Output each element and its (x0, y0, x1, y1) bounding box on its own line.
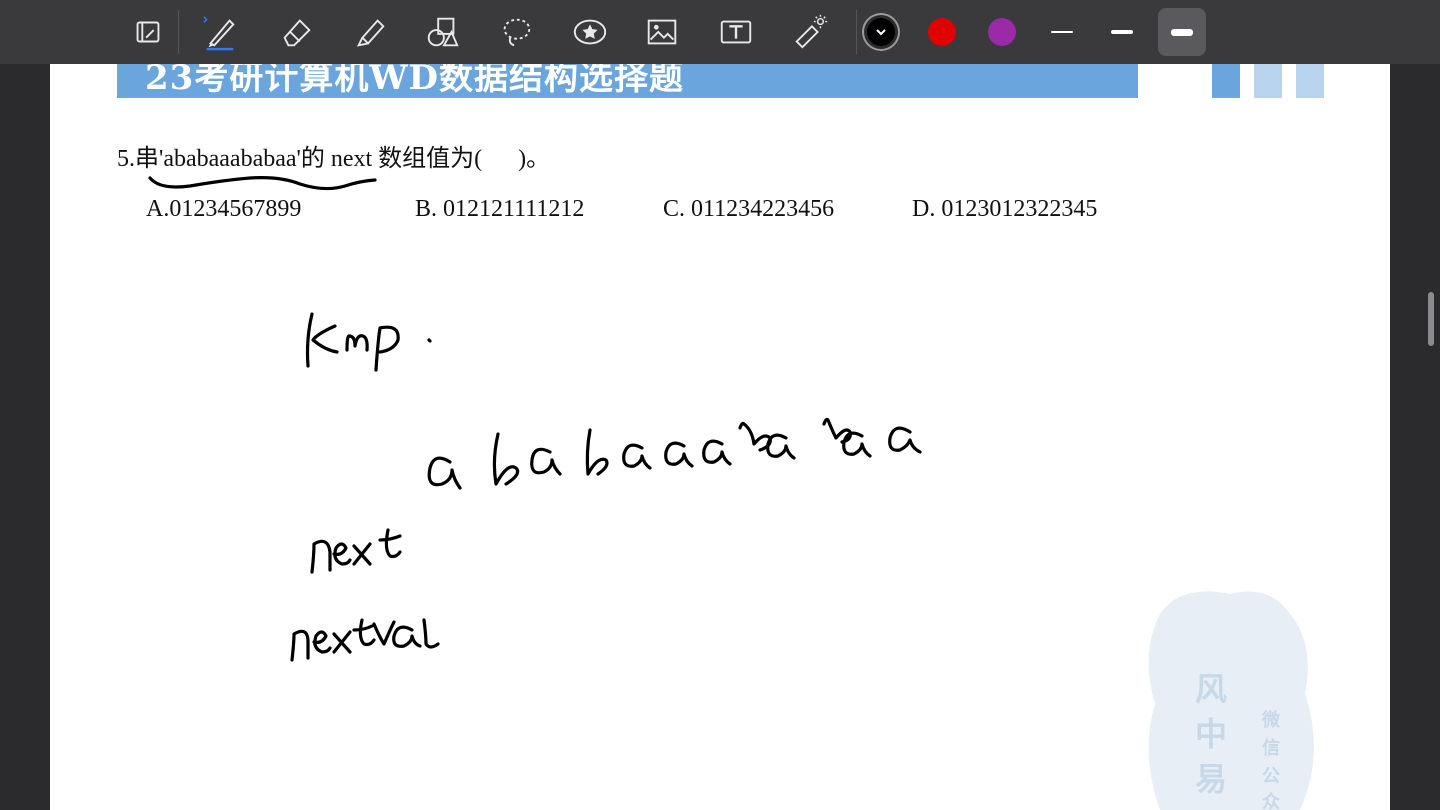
eraser-icon (283, 19, 311, 47)
pen-button[interactable] (196, 8, 244, 56)
kmp-ink (305, 312, 432, 372)
sticker-button[interactable] (566, 8, 614, 56)
laser-pointer-button[interactable] (786, 8, 834, 56)
color-swatch-purple[interactable] (988, 18, 1016, 46)
color-swatch-black[interactable] (867, 18, 895, 46)
next-ink (310, 528, 402, 574)
highlighter-icon (356, 19, 385, 47)
sticker-icon (573, 19, 607, 45)
lasso-icon (503, 18, 531, 47)
text-button[interactable] (712, 8, 760, 56)
stroke-thin-icon (1051, 31, 1073, 33)
pen-icon (203, 16, 235, 51)
highlighter-button[interactable] (346, 8, 394, 56)
stroke-medium-button[interactable] (1098, 8, 1146, 56)
handwriting-layer (148, 176, 922, 662)
string-ink (427, 417, 922, 490)
vertical-scrollbar[interactable] (1428, 292, 1434, 346)
chevron-down-icon (876, 29, 886, 36)
shapes-button[interactable] (418, 8, 466, 56)
stroke-medium-icon (1111, 30, 1133, 34)
color-swatch-red[interactable] (928, 18, 956, 46)
annotation-toolbar (0, 0, 1440, 64)
laser-pointer-icon (795, 14, 828, 49)
nextval-ink (290, 618, 440, 662)
read-mode-icon (136, 21, 160, 43)
shapes-icon (427, 17, 459, 47)
image-icon (647, 19, 677, 45)
image-button[interactable] (638, 8, 686, 56)
stroke-thick-icon (1171, 28, 1193, 36)
stroke-thick-button[interactable] (1158, 8, 1206, 56)
eraser-button[interactable] (272, 8, 320, 56)
stroke-thin-button[interactable] (1038, 8, 1086, 56)
wavy-underline (148, 176, 377, 191)
read-mode-button[interactable] (124, 8, 172, 56)
text-icon (720, 20, 752, 44)
lasso-button[interactable] (492, 8, 540, 56)
document-page[interactable]: 23考研计算机WD数据结构选择题 5.串'ababaaababaa'的 next… (50, 64, 1390, 810)
